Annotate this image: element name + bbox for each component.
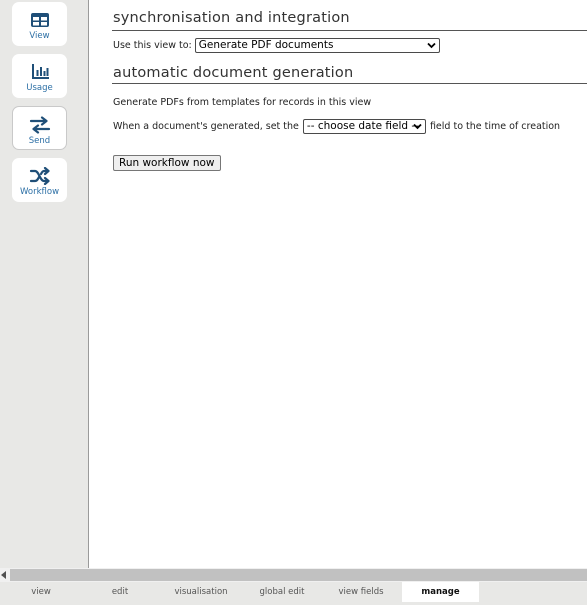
tab-global-edit[interactable]: global edit xyxy=(244,582,320,602)
bottom-tab-bar: view edit visualisation global edit view… xyxy=(0,582,587,605)
sidebar-item-label: Send xyxy=(28,136,51,146)
use-view-label: Use this view to: xyxy=(113,40,192,51)
heading-divider xyxy=(112,30,587,31)
date-field-select-value: -- choose date field -- xyxy=(306,120,419,132)
sidebar-item-workflow[interactable]: Workflow xyxy=(12,158,67,202)
tab-manage[interactable]: manage xyxy=(402,582,479,602)
sidebar-item-label: Usage xyxy=(26,83,53,93)
main-panel: synchronisation and integration Use this… xyxy=(89,0,587,568)
use-view-row: Use this view to: Generate PDF documents xyxy=(113,38,440,53)
tab-edit[interactable]: edit xyxy=(82,582,158,602)
sync-heading: synchronisation and integration xyxy=(113,10,350,26)
arrows-swap-icon xyxy=(29,115,51,135)
scrollbar-thumb[interactable] xyxy=(10,569,587,581)
use-view-select[interactable]: Generate PDF documents xyxy=(194,38,440,53)
date-prefix-text: When a document's generated, set the xyxy=(113,121,299,132)
heading-divider xyxy=(112,83,587,84)
shuffle-icon xyxy=(29,166,51,186)
scroll-left-icon[interactable] xyxy=(1,571,7,579)
sidebar-item-send[interactable]: Send xyxy=(12,106,67,150)
date-field-row: When a document's generated, set the -- … xyxy=(113,119,560,134)
docgen-heading: automatic document generation xyxy=(113,65,354,81)
left-sidebar: View Usage Send Workflow xyxy=(0,0,89,568)
chevron-down-icon xyxy=(427,42,436,49)
sidebar-item-label: Workflow xyxy=(19,187,60,197)
run-workflow-button[interactable]: Run workflow now xyxy=(113,155,221,171)
date-suffix-text: field to the time of creation xyxy=(429,121,561,132)
description-text: Generate PDFs from templates for records… xyxy=(113,97,372,108)
sidebar-item-label: View xyxy=(29,31,50,41)
bar-chart-icon xyxy=(29,62,51,82)
sidebar-item-view[interactable]: View xyxy=(12,2,67,46)
tab-view[interactable]: view xyxy=(0,582,82,602)
table-icon xyxy=(29,10,51,30)
use-view-select-value: Generate PDF documents xyxy=(198,39,334,51)
horizontal-scrollbar[interactable] xyxy=(0,568,587,582)
chevron-down-icon xyxy=(413,123,422,130)
sidebar-item-usage[interactable]: Usage xyxy=(12,54,67,98)
tab-visualisation[interactable]: visualisation xyxy=(158,582,244,602)
date-field-select[interactable]: -- choose date field -- xyxy=(302,119,426,134)
tab-view-fields[interactable]: view fields xyxy=(320,582,402,602)
